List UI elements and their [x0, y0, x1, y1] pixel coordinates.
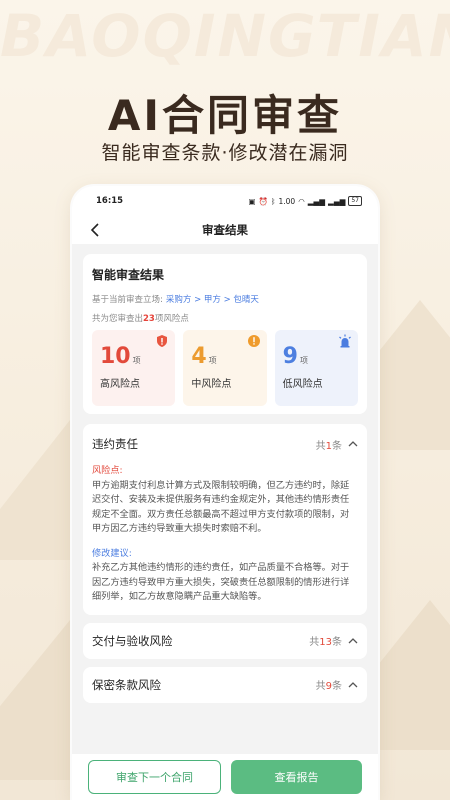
section-breach-liability: 违约责任 共1条 风险点: 甲方逾期支付利息计算方式及限制较明确，但乙方违约时，…	[83, 424, 367, 615]
chevron-up-icon[interactable]	[348, 680, 358, 690]
summary-card: 智能审查结果 基于当前审查立场: 采购方 > 甲方 > 包晴天 共为您审查出23项…	[83, 254, 367, 414]
nfc-icon: ▣	[248, 196, 256, 206]
high-risk-label: 高风险点	[100, 379, 140, 390]
next-contract-button[interactable]: 审查下一个合同	[88, 760, 221, 794]
bottom-action-bar: 审查下一个合同 查看报告	[72, 754, 378, 800]
section-title: 违约责任	[92, 437, 138, 451]
section-header: 交付与验收风险 共13条	[92, 633, 358, 649]
risk-point-label: 风险点:	[92, 465, 123, 476]
page-title: 审查结果	[202, 223, 248, 237]
section-delivery-acceptance[interactable]: 交付与验收风险 共13条	[83, 622, 367, 659]
mid-risk-box[interactable]: 4项 中风险点	[183, 330, 267, 406]
suggestion-label: 修改建议:	[92, 547, 132, 559]
risk-level-boxes: 10 项 高风险点 4项 中风险点 9 项 低风险点	[92, 330, 358, 406]
speed-readout: 1.00	[278, 196, 296, 206]
summary-title: 智能审查结果	[92, 268, 165, 282]
mid-risk-label: 中风险点	[191, 379, 232, 390]
high-risk-box[interactable]: 10 项 高风险点	[92, 330, 176, 406]
view-report-button[interactable]: 查看报告	[231, 760, 362, 794]
section-count: 共13条	[309, 633, 358, 648]
shield-alert-icon	[157, 335, 168, 347]
section-count: 共9条	[316, 677, 358, 692]
section-header[interactable]: 违约责任 共1条	[92, 436, 358, 452]
section-body: 风险点: 甲方逾期支付利息计算方式及限制较明确，但乙方违约时，除延迟交付、安装及…	[92, 464, 358, 605]
chevron-up-icon[interactable]	[348, 439, 358, 449]
stance-label: 基于当前审查立场:	[92, 295, 163, 305]
chevron-up-icon[interactable]	[348, 636, 358, 646]
alarm-light-icon	[339, 334, 351, 348]
back-arrow-icon[interactable]	[88, 221, 104, 239]
section-confidentiality[interactable]: 保密条款风险 共9条	[83, 666, 367, 703]
signal-icon: ▂▄▆	[307, 196, 326, 206]
section-title: 保密条款风险	[92, 677, 161, 692]
brand-watermark: BAOQINGTIAN	[0, 2, 450, 70]
nav-bar: 审查结果	[72, 216, 378, 244]
count-suffix: 项风险点	[154, 314, 189, 324]
status-time: 16:15	[96, 196, 124, 206]
section-count: 共1条	[316, 437, 358, 452]
section-header: 保密条款风险 共9条	[92, 677, 358, 693]
suggestion-text: 补充乙方其他违约情形的违约责任，如产品质量不合格等。对于因乙方违约导致甲方重大损…	[92, 562, 350, 602]
exclamation-circle-icon	[247, 335, 260, 347]
status-icons: ▣ ⏰ ᛒ 1.00 ◠ ▂▄▆ ▂▄▆ 57	[249, 196, 362, 206]
section-title: 交付与验收风险	[92, 633, 173, 648]
risk-count-line: 共为您审查出23项风险点	[92, 312, 358, 324]
stance-line: 基于当前审查立场: 采购方 > 甲方 > 包晴天	[92, 293, 358, 305]
stance-path-link[interactable]: 采购方 > 甲方 > 包晴天	[166, 295, 259, 305]
alarm-icon: ⏰	[258, 196, 268, 206]
phone-mockup: 16:15 ▣ ⏰ ᛒ 1.00 ◠ ▂▄▆ ▂▄▆ 57 审查结果 智能审查结…	[72, 186, 378, 800]
status-bar: 16:15 ▣ ⏰ ᛒ 1.00 ◠ ▂▄▆ ▂▄▆ 57	[72, 186, 378, 216]
count-prefix: 共为您审查出	[92, 314, 144, 324]
content: 智能审查结果 基于当前审查立场: 采购方 > 甲方 > 包晴天 共为您审查出23项…	[72, 244, 378, 703]
low-risk-box[interactable]: 9项 低风险点	[274, 330, 358, 406]
hero-title: AI合同审查	[107, 91, 343, 140]
bluetooth-icon: ᛒ	[270, 196, 276, 206]
wifi-icon: ◠	[298, 196, 305, 206]
count-number: 23	[143, 314, 155, 324]
low-risk-label: 低风险点	[282, 379, 323, 390]
risk-point-text: 甲方逾期支付利息计算方式及限制较明确，但乙方违约时，除延迟交付、安装及未提供服务…	[92, 479, 350, 535]
signal-icon: ▂▄▆	[328, 196, 346, 206]
battery-icon: 57	[348, 196, 362, 206]
hero-subtitle: 智能审查条款·修改潜在漏洞	[101, 142, 349, 164]
